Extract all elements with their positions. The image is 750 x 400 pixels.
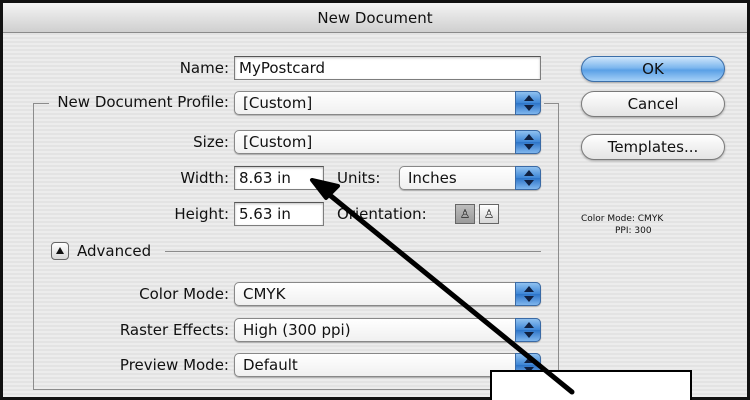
width-label: Width: <box>180 169 229 187</box>
profile-select[interactable]: [Custom] <box>234 91 541 115</box>
ok-button[interactable]: OK <box>581 56 725 82</box>
preview-mode-select-value: Default <box>243 356 298 374</box>
profile-group-bottom <box>33 389 559 390</box>
up-down-arrows-icon <box>515 166 541 190</box>
landscape-orientation-icon[interactable]: ♙ <box>479 204 499 224</box>
height-label: Height: <box>174 205 229 223</box>
preview-mode-label: Preview Mode: <box>119 356 229 374</box>
raster-effects-label: Raster Effects: <box>119 321 229 339</box>
advanced-label[interactable]: Advanced <box>77 242 151 260</box>
orientation-label: Orientation: <box>337 205 427 223</box>
profile-group-top-right <box>544 103 558 104</box>
profile-group-right <box>558 103 559 389</box>
up-down-arrows-icon <box>515 282 541 306</box>
profile-label: New Document Profile: <box>57 93 229 111</box>
size-select-value: [Custom] <box>243 133 313 151</box>
up-down-arrows-icon <box>515 318 541 342</box>
up-down-arrows-icon <box>515 130 541 154</box>
dialog-title: New Document <box>3 3 747 33</box>
callout-box <box>490 370 692 400</box>
color-mode-select[interactable]: CMYK <box>234 282 541 306</box>
disclosure-triangle-icon[interactable] <box>51 242 69 260</box>
new-document-dialog: New Document Name: MyPostcard New Docume… <box>0 0 750 400</box>
raster-effects-select[interactable]: High (300 ppi) <box>234 318 541 342</box>
cancel-button[interactable]: Cancel <box>581 91 725 117</box>
width-field[interactable]: 8.63 in <box>234 166 324 190</box>
profile-select-value: [Custom] <box>243 94 313 112</box>
advanced-divider <box>165 251 541 252</box>
color-mode-label: Color Mode: <box>139 285 229 303</box>
units-select[interactable]: Inches <box>399 166 541 190</box>
height-field[interactable]: 5.63 in <box>234 202 324 226</box>
name-label: Name: <box>179 59 229 77</box>
size-label: Size: <box>193 133 229 151</box>
size-select[interactable]: [Custom] <box>234 130 541 154</box>
ppi-info: PPI: 300 <box>615 226 652 236</box>
units-label: Units: <box>337 169 381 187</box>
raster-effects-select-value: High (300 ppi) <box>243 321 351 339</box>
color-mode-select-value: CMYK <box>243 285 286 303</box>
templates-button[interactable]: Templates... <box>581 134 725 160</box>
profile-group-top-left <box>33 103 49 104</box>
units-select-value: Inches <box>408 169 457 187</box>
profile-group-left <box>33 103 34 389</box>
color-mode-info: Color Mode: CMYK <box>581 214 664 224</box>
name-field[interactable]: MyPostcard <box>234 56 541 80</box>
portrait-orientation-icon[interactable]: ♙ <box>455 204 475 224</box>
up-down-arrows-icon <box>515 91 541 115</box>
